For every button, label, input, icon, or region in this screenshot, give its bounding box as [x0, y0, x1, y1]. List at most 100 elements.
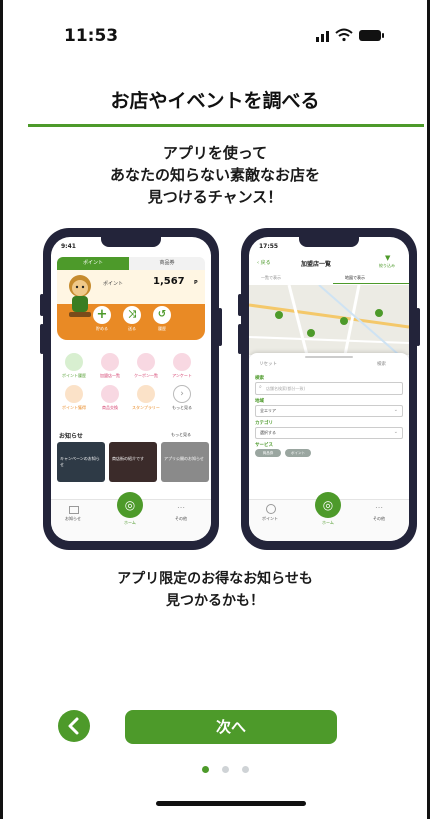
mail-icon[interactable]: [69, 506, 79, 514]
page-dot[interactable]: [222, 766, 230, 773]
news-card-title: 商店街の紹介です: [112, 456, 144, 461]
status-icons: [316, 28, 384, 42]
reset-button[interactable]: リセット: [259, 361, 277, 367]
phone-side-button: [40, 324, 44, 354]
tab-map-view[interactable]: 地図で表示: [345, 275, 365, 281]
news-card[interactable]: キャンペーンのお知らせ: [57, 442, 105, 482]
menu-label: 加盟店一覧: [100, 373, 120, 378]
filter-sheet: リセット 検索 検索 ⌕ 店舗名検索(都分一致) 地域 全エリア ⌄ カテゴリ …: [249, 353, 409, 503]
phone-right-screen: 17:55 ‹ 戻る 加盟店一覧 ▼ 絞り込み 一覧で表示 地図で表示 リセット…: [249, 237, 409, 541]
back-label: 戻る: [260, 260, 271, 266]
news-title: お知らせ: [59, 433, 83, 440]
point-card: ポイント 1,567 P + ⤨ ↺ 貯める 送る 履歴: [57, 270, 205, 340]
phone-left-screen: 9:41 ポイント 商品券 ポイント 1,567 P + ⤨ ↺ 貯める 送る …: [51, 237, 211, 541]
news-more-link[interactable]: もっと見る: [171, 432, 191, 438]
nav-home[interactable]: ホーム: [314, 520, 342, 526]
bottom-nav: お知らせ ◎ ホーム ⋯ その他: [51, 492, 211, 541]
back-link[interactable]: ‹ 戻る: [257, 259, 271, 266]
service-chip-voucher[interactable]: 商品券: [255, 449, 281, 457]
service-label: サービス: [255, 443, 273, 448]
tab-list-view[interactable]: 一覧で表示: [261, 275, 281, 281]
point-icon[interactable]: [266, 504, 276, 514]
title-divider: [28, 124, 424, 127]
search-button[interactable]: 検索: [377, 361, 386, 367]
phone-side-button: [416, 308, 420, 346]
bottom-line-1: アプリ限定のお得なお知らせも: [117, 571, 313, 587]
next-button[interactable]: 次へ: [125, 710, 337, 744]
keyword-label: 検索: [255, 376, 264, 381]
filter-label[interactable]: 絞り込み: [379, 263, 395, 269]
survey-icon[interactable]: [173, 353, 191, 371]
page-dot[interactable]: [242, 766, 250, 773]
category-select[interactable]: 選択する ⌄: [255, 427, 403, 439]
chevron-left-icon: [68, 717, 79, 735]
intro-line-2: あなたの知らない素敵なお店を: [109, 166, 320, 184]
map-pin-icon: [375, 309, 383, 317]
points-value: 1,567: [153, 276, 185, 287]
intro-line-1: アプリを使って: [162, 144, 268, 162]
status-time: 11:53: [64, 26, 119, 46]
map-pin-icon: [275, 311, 283, 319]
home-indicator[interactable]: [156, 801, 306, 806]
area-select[interactable]: 全エリア ⌄: [255, 405, 403, 417]
more-dots-icon[interactable]: ⋯: [177, 503, 185, 512]
area-label: 地域: [255, 399, 264, 404]
phone-notch: [101, 237, 161, 247]
point-history-icon[interactable]: [65, 353, 83, 371]
mascot-icon: [69, 275, 91, 317]
more-icon[interactable]: ›: [173, 385, 191, 403]
news-card[interactable]: 商店街の紹介です: [109, 442, 157, 482]
action-earn-label: 貯める: [96, 326, 108, 331]
map-pin-icon: [340, 317, 348, 325]
status-bar: 11:53: [0, 0, 430, 64]
send-icon[interactable]: ⤨: [123, 306, 141, 324]
back-button[interactable]: [58, 710, 90, 742]
history-icon[interactable]: ↺: [153, 306, 171, 324]
category-value: 選択する: [260, 430, 276, 435]
page-title: お店やイベントを調べる: [110, 90, 320, 112]
area-value: 全エリア: [260, 408, 276, 413]
stamp-rally-icon[interactable]: [137, 385, 155, 403]
battery-icon: [359, 30, 384, 41]
nav-points[interactable]: ポイント: [256, 516, 284, 522]
nav-other[interactable]: その他: [365, 516, 393, 522]
filter-icon[interactable]: ▼: [385, 254, 390, 262]
nav-home[interactable]: ホーム: [116, 520, 144, 526]
menu-label: 商品交換: [102, 405, 118, 410]
earn-icon[interactable]: +: [93, 306, 111, 324]
nav-news[interactable]: お知らせ: [59, 516, 87, 522]
phone-right-time: 17:55: [259, 243, 279, 250]
home-icon[interactable]: ◎: [117, 492, 143, 518]
tab-vouchers[interactable]: 商品券: [129, 257, 205, 270]
menu-label: スタンプラリー: [132, 405, 160, 410]
menu-grid: ポイント履歴 加盟店一覧 クーポン一覧 アンケート › ポイント獲得 商品交換 …: [57, 353, 205, 417]
point-earn-icon[interactable]: [65, 385, 83, 403]
phone-left-time: 9:41: [61, 243, 76, 250]
more-dots-icon[interactable]: ⋯: [375, 503, 383, 512]
exchange-icon[interactable]: [101, 385, 119, 403]
keyword-input[interactable]: ⌕ 店舗名検索(都分一致): [255, 382, 403, 395]
phone-side-button: [238, 294, 242, 316]
map-view[interactable]: [249, 285, 409, 355]
coupon-icon[interactable]: [137, 353, 155, 371]
intro-line-3: 見つけるチャンス！: [147, 188, 283, 206]
menu-label: ポイント獲得: [62, 405, 86, 410]
nav-other[interactable]: その他: [167, 516, 195, 522]
tab-indicator: [333, 283, 409, 284]
home-icon[interactable]: ◎: [315, 492, 341, 518]
phone-mockup-left: 9:41 ポイント 商品券 ポイント 1,567 P + ⤨ ↺ 貯める 送る …: [40, 228, 222, 550]
sheet-handle[interactable]: [305, 356, 353, 358]
signal-icon: [316, 31, 329, 42]
map-pin-icon: [307, 329, 315, 337]
service-chip-points[interactable]: ポイント: [285, 449, 311, 457]
news-card[interactable]: アプリ公開のお知らせ: [161, 442, 209, 482]
tab-points[interactable]: ポイント: [57, 257, 129, 270]
store-list-icon[interactable]: [101, 353, 119, 371]
chevron-down-icon: ⌄: [393, 407, 398, 413]
action-send-label: 送る: [128, 326, 136, 331]
store-list-title: 加盟店一覧: [301, 261, 332, 268]
search-icon: ⌕: [259, 384, 262, 390]
phone-mockup-right: 17:55 ‹ 戻る 加盟店一覧 ▼ 絞り込み 一覧で表示 地図で表示 リセット…: [238, 228, 420, 550]
page-dot-active[interactable]: [202, 766, 209, 773]
points-label: ポイント: [103, 281, 124, 287]
